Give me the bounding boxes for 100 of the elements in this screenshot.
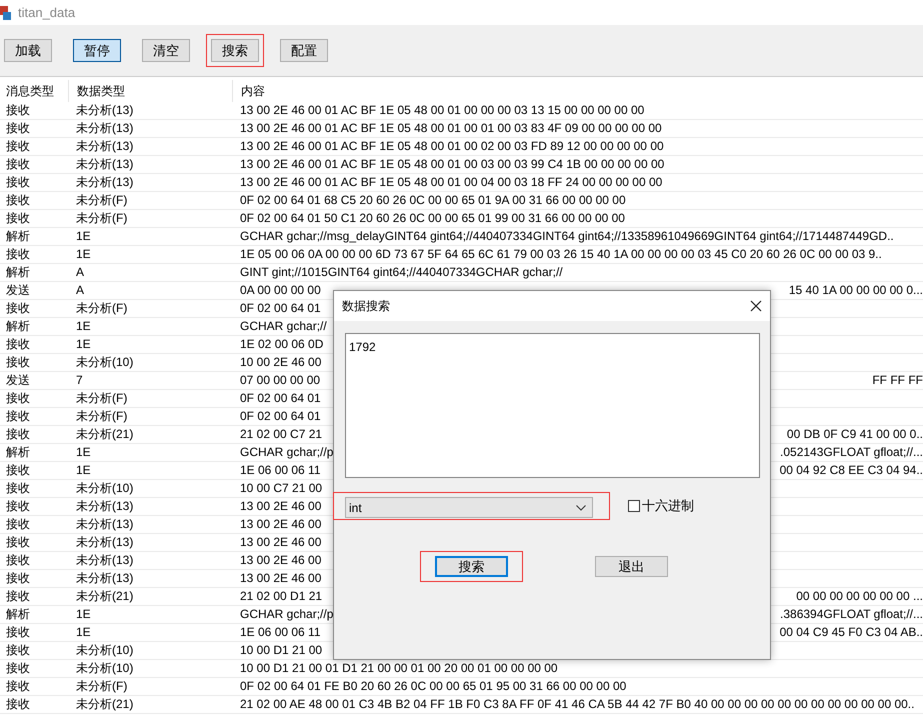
table-cell: 1E 02 00 06 0D <box>240 336 324 353</box>
close-icon[interactable] <box>750 300 762 312</box>
chevron-down-icon <box>576 504 586 510</box>
table-cell: 00 04 C9 45 F0 C3 04 AB.. <box>780 624 923 641</box>
table-cell-text: 接收 <box>5 192 31 209</box>
table-cell-text: 接收 <box>5 156 31 173</box>
table-cell: 0F 02 00 64 01 68 C5 20 60 26 0C 00 00 65 01 9A 00 31 66 00 00 00 00 <box>240 192 626 209</box>
table-cell-text: 未分析(10) <box>75 642 134 659</box>
table-cell-text: 解析 <box>5 228 31 245</box>
table-cell: 21 02 00 C7 21 <box>240 426 322 443</box>
table-cell-text: 未分析(10) <box>75 660 134 677</box>
table-cell-text: 未分析(13) <box>75 570 134 587</box>
table-cell-text: 接收 <box>5 534 31 551</box>
table-cell-text: 未分析(F) <box>75 192 128 209</box>
table-cell-text: 解析 <box>5 444 31 461</box>
table-cell-text: 接收 <box>5 246 31 263</box>
table-cell: GCHAR gchar;//msg_delayGINT64 gint64;//440407334GINT64 gint64;//13358961049669GINT64 gint64;//1714487449GD.. <box>240 228 894 245</box>
table-cell: 10 00 C7 21 00 <box>240 480 322 497</box>
table-cell-text: 接收 <box>5 102 31 119</box>
dialog-title: 数据搜索 <box>342 298 390 315</box>
app-icon <box>0 6 12 20</box>
table-cell-text: 接收 <box>5 300 31 317</box>
table-cell-text: 接收 <box>5 120 31 137</box>
table-cell-text: 接收 <box>5 426 31 443</box>
column-header[interactable]: 数据类型 <box>68 80 232 102</box>
table-cell-text: 接收 <box>5 462 31 479</box>
table-cell: 21 02 00 D1 21 <box>240 588 322 605</box>
table-cell-text: 接收 <box>5 552 31 569</box>
table-cell-text: 1E <box>75 462 92 479</box>
table-cell: 0A 00 00 00 00 <box>240 282 321 299</box>
table-cell: 13 00 2E 46 00 <box>240 534 322 551</box>
table-cell-text: A <box>75 282 86 299</box>
table-cell-text: 未分析(13) <box>75 498 134 515</box>
column-header[interactable]: 内容 <box>232 80 923 102</box>
table-cell: 13 00 2E 46 00 <box>240 498 322 515</box>
dialog-button[interactable]: 退出 <box>595 556 668 577</box>
window-title: titan_data <box>18 4 76 22</box>
table-cell: 00 DB 0F C9 41 00 00 0.. <box>786 426 923 443</box>
toolbar-button[interactable]: 配置 <box>280 39 328 62</box>
table-cell-text: 接收 <box>5 516 31 533</box>
table-cell-text: 接收 <box>5 498 31 515</box>
table-cell-text: 未分析(13) <box>75 138 134 155</box>
table-cell-text: 未分析(21) <box>75 696 134 713</box>
toolbar-button[interactable]: 搜索 <box>211 39 259 62</box>
search-input[interactable]: 1792 <box>345 333 760 478</box>
table-cell-text: 未分析(F) <box>75 210 128 227</box>
dialog-button[interactable]: 搜索 <box>435 556 508 577</box>
table-cell: 0F 02 00 64 01 50 C1 20 60 26 0C 00 00 65 01 99 00 31 66 00 00 00 00 <box>240 210 625 227</box>
table-cell-text: A <box>75 264 86 281</box>
table-cell-text: 未分析(10) <box>75 480 134 497</box>
table-cell-text: 1E <box>75 228 92 245</box>
toolbar-button[interactable]: 暂停 <box>73 39 121 62</box>
table-cell-text: 接收 <box>5 588 31 605</box>
table-cell-text: 发送 <box>5 282 31 299</box>
table-cell-text: 未分析(F) <box>75 300 128 317</box>
table-cell: 00 04 92 C8 EE C3 04 94.. <box>780 462 923 479</box>
table-cell: GCHAR gchar;//p <box>240 444 334 461</box>
table-cell: 1E 06 00 06 11 <box>240 624 321 641</box>
table-cell-text: 1E <box>75 318 92 335</box>
table-cell-text: 未分析(13) <box>75 534 134 551</box>
toolbar-button[interactable]: 清空 <box>142 39 190 62</box>
table-cell: 1E 06 00 06 11 <box>240 462 321 479</box>
table-cell-text: 接收 <box>5 660 31 677</box>
table-cell: 13 00 2E 46 00 <box>240 516 322 533</box>
table-cell-text: 解析 <box>5 264 31 281</box>
table-cell-text: 1E <box>75 624 92 641</box>
table-cell: 10 00 D1 21 00 01 D1 21 00 00 01 00 20 00 01 00 00 00 00 <box>240 660 558 677</box>
table-cell-text: 接收 <box>5 624 31 641</box>
table-cell-text: 未分析(13) <box>75 552 134 569</box>
table-cell-text: 接收 <box>5 336 31 353</box>
table-cell-text: 未分析(F) <box>75 408 128 425</box>
table-cell-text: 接收 <box>5 138 31 155</box>
table-cell-text: 1E <box>75 606 92 623</box>
table-cell: 10 00 2E 46 00 <box>240 354 322 371</box>
table-cell-text: 接收 <box>5 696 31 713</box>
table-cell: 07 00 00 00 00 <box>240 372 320 389</box>
hex-checkbox[interactable]: 十六进制 <box>628 496 694 516</box>
table-cell: 13 00 2E 46 00 01 AC BF 1E 05 48 00 01 00 02 00 03 FD 89 12 00 00 00 00 00 <box>240 138 664 155</box>
table-cell-text: 未分析(13) <box>75 156 134 173</box>
table-cell: GCHAR gchar;//p <box>240 606 334 623</box>
table-cell-text: 接收 <box>5 570 31 587</box>
table-cell-text: 接收 <box>5 390 31 407</box>
table-cell-text: 解析 <box>5 318 31 335</box>
table-cell: 15 40 1A 00 00 00 00 0... <box>788 282 923 299</box>
type-dropdown[interactable]: int <box>345 497 593 518</box>
table-cell-text: 未分析(13) <box>75 174 134 191</box>
column-header[interactable]: 消息类型 <box>0 80 68 102</box>
table-cell: 13 00 2E 46 00 01 AC BF 1E 05 48 00 01 00 03 00 03 99 C4 1B 00 00 00 00 00 <box>240 156 664 173</box>
toolbar-button[interactable]: 加载 <box>4 39 52 62</box>
table-cell: .386394GFLOAT gfloat;//... <box>780 606 923 623</box>
table-cell: 0F 02 00 64 01 <box>240 300 321 317</box>
table-cell-text: 接收 <box>5 678 31 695</box>
table-cell: 13 00 2E 46 00 <box>240 570 322 587</box>
table-cell: 00 00 00 00 00 00 00 ... <box>796 588 923 605</box>
table-cell: GINT gint;//1015GINT64 gint64;//440407334GCHAR gchar;// <box>240 264 563 281</box>
table-cell: 21 02 00 AE 48 00 01 C3 4B B2 04 FF 1B F0 C3 8A FF 0F 41 46 CA 5B 44 42 7F B0 40 00 00 00 00 00 00 00 00 00 00 00 00.. <box>240 696 914 713</box>
table-cell-text: 接收 <box>5 210 31 227</box>
table-cell-text: 未分析(10) <box>75 354 134 371</box>
table-cell-text: 未分析(21) <box>75 426 134 443</box>
table-cell: 13 00 2E 46 00 01 AC BF 1E 05 48 00 01 00 01 00 03 83 4F 09 00 00 00 00 00 <box>240 120 662 137</box>
